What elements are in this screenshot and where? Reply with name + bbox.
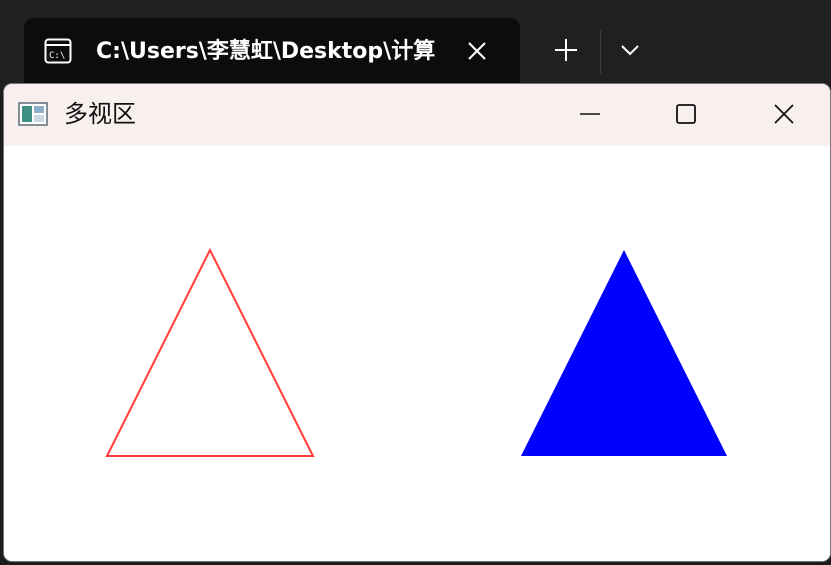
- close-button[interactable]: [754, 94, 814, 134]
- drawing-canvas[interactable]: [4, 146, 830, 561]
- window-title: 多视区: [64, 100, 136, 128]
- svg-text:C:\: C:\: [49, 51, 65, 61]
- terminal-tab[interactable]: C:\ C:\Users\李慧虹\Desktop\计算: [24, 18, 520, 88]
- minimize-icon: [580, 113, 600, 115]
- console-icon: C:\: [44, 38, 72, 64]
- maximize-icon: [676, 104, 696, 124]
- right-viewport-filled-triangle: [521, 250, 727, 456]
- chevron-down-icon[interactable]: [618, 40, 642, 60]
- app-window: 多视区: [4, 84, 830, 561]
- plus-icon[interactable]: [552, 36, 580, 64]
- minimize-button[interactable]: [560, 94, 620, 134]
- tab-title: C:\Users\李慧虹\Desktop\计算: [96, 39, 436, 64]
- maximize-button[interactable]: [656, 94, 716, 134]
- window-titlebar[interactable]: 多视区: [4, 84, 830, 146]
- tab-bar-divider: [600, 30, 601, 74]
- terminal-tab-bar: C:\ C:\Users\李慧虹\Desktop\计算: [0, 0, 831, 96]
- tab-close-icon[interactable]: [464, 38, 490, 64]
- window-app-icon: [18, 102, 48, 126]
- left-viewport-outline-triangle: [105, 247, 315, 457]
- close-icon: [774, 104, 794, 124]
